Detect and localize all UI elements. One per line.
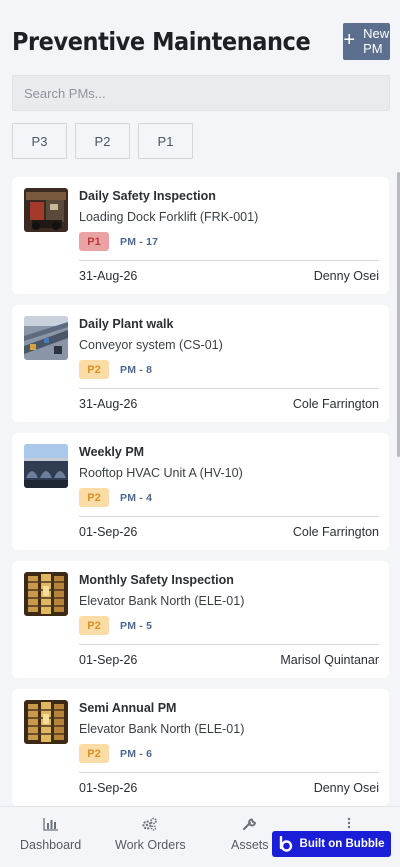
pm-badges: P1 PM - 17 bbox=[79, 232, 158, 251]
divider bbox=[79, 516, 379, 517]
asset-thumbnail bbox=[24, 188, 68, 232]
filter-p2[interactable]: P2 bbox=[75, 123, 130, 159]
nav-assets-label: Assets bbox=[231, 838, 269, 852]
divider bbox=[79, 260, 379, 261]
pm-title: Monthly Safety Inspection bbox=[79, 573, 234, 587]
new-pm-label: New PM bbox=[363, 26, 390, 56]
priority-badge: P2 bbox=[79, 744, 109, 763]
bar-chart-icon bbox=[42, 818, 58, 831]
priority-badge: P2 bbox=[79, 360, 109, 379]
pm-date: 01-Sep-26 bbox=[79, 781, 138, 795]
built-on-bubble-badge[interactable]: Built on Bubble bbox=[272, 831, 391, 857]
built-on-bubble-label: Built on Bubble bbox=[299, 838, 385, 850]
pm-assignee: Cole Farrington bbox=[292, 397, 379, 411]
pm-asset: Loading Dock Forklift (FRK-001) bbox=[79, 210, 259, 224]
nav-work-orders[interactable]: Work Orders bbox=[115, 817, 186, 852]
page-header: Preventive Maintenance + New PM bbox=[12, 22, 390, 60]
plus-icon: + bbox=[343, 29, 356, 51]
divider bbox=[79, 388, 379, 389]
wrench-icon bbox=[242, 818, 256, 830]
priority-badge: P2 bbox=[79, 616, 109, 635]
more-vertical-icon bbox=[347, 817, 351, 829]
nav-dashboard-label: Dashboard bbox=[20, 838, 82, 852]
pm-id: PM - 8 bbox=[120, 363, 153, 376]
asset-thumbnail bbox=[24, 444, 68, 488]
pm-date: 31-Aug-26 bbox=[79, 269, 138, 283]
asset-thumbnail bbox=[24, 700, 68, 744]
bubble-logo-icon bbox=[279, 836, 292, 852]
pm-assignee: Cole Farrington bbox=[292, 525, 379, 539]
pm-assignee: Marisol Quintanar bbox=[280, 653, 379, 667]
pm-id: PM - 17 bbox=[120, 235, 159, 248]
priority-filters: P3 P2 P1 bbox=[12, 123, 193, 159]
pm-card[interactable]: Daily Safety Inspection Loading Dock For… bbox=[12, 177, 389, 294]
page-title: Preventive Maintenance bbox=[12, 26, 311, 56]
pm-title: Weekly PM bbox=[79, 445, 145, 459]
pm-id: PM - 5 bbox=[120, 619, 153, 632]
divider bbox=[79, 772, 379, 773]
pm-card[interactable]: Monthly Safety Inspection Elevator Bank … bbox=[12, 561, 389, 678]
pm-asset: Rooftop HVAC Unit A (HV-10) bbox=[79, 466, 243, 480]
pm-title: Daily Safety Inspection bbox=[79, 189, 216, 203]
pm-card[interactable]: Weekly PM Rooftop HVAC Unit A (HV-10) P2… bbox=[12, 433, 389, 550]
priority-badge: P2 bbox=[79, 488, 109, 507]
pm-badges: P2 PM - 4 bbox=[79, 488, 152, 507]
asset-thumbnail bbox=[24, 572, 68, 616]
pm-date: 01-Sep-26 bbox=[79, 525, 138, 539]
pm-id: PM - 6 bbox=[120, 747, 153, 760]
pm-assignee: Denny Osei bbox=[313, 269, 379, 283]
pm-card[interactable]: Daily Plant walk Conveyor system (CS-01)… bbox=[12, 305, 389, 422]
priority-badge: P1 bbox=[79, 232, 109, 251]
pm-id: PM - 4 bbox=[120, 491, 153, 504]
pm-asset: Elevator Bank North (ELE-01) bbox=[79, 594, 245, 608]
pm-title: Semi Annual PM bbox=[79, 701, 177, 715]
pm-assignee: Denny Osei bbox=[313, 781, 379, 795]
pm-date: 01-Sep-26 bbox=[79, 653, 138, 667]
divider bbox=[79, 644, 379, 645]
pm-badges: P2 PM - 6 bbox=[79, 744, 152, 763]
nav-assets[interactable]: Assets bbox=[231, 817, 269, 852]
pm-badges: P2 PM - 5 bbox=[79, 616, 152, 635]
pm-title: Daily Plant walk bbox=[79, 317, 174, 331]
nav-dashboard[interactable]: Dashboard bbox=[20, 817, 81, 852]
gears-icon bbox=[142, 817, 158, 831]
new-pm-button[interactable]: + New PM bbox=[343, 22, 390, 60]
asset-thumbnail bbox=[24, 316, 68, 360]
pm-asset: Conveyor system (CS-01) bbox=[79, 338, 223, 352]
pm-list: Daily Safety Inspection Loading Dock For… bbox=[12, 177, 389, 817]
filter-p3[interactable]: P3 bbox=[12, 123, 67, 159]
filter-p1[interactable]: P1 bbox=[138, 123, 193, 159]
pm-card[interactable]: Semi Annual PM Elevator Bank North (ELE-… bbox=[12, 689, 389, 806]
search-input[interactable] bbox=[12, 75, 390, 111]
nav-work-orders-label: Work Orders bbox=[115, 838, 186, 852]
pm-asset: Elevator Bank North (ELE-01) bbox=[79, 722, 245, 736]
pm-badges: P2 PM - 8 bbox=[79, 360, 152, 379]
pm-date: 31-Aug-26 bbox=[79, 397, 138, 411]
